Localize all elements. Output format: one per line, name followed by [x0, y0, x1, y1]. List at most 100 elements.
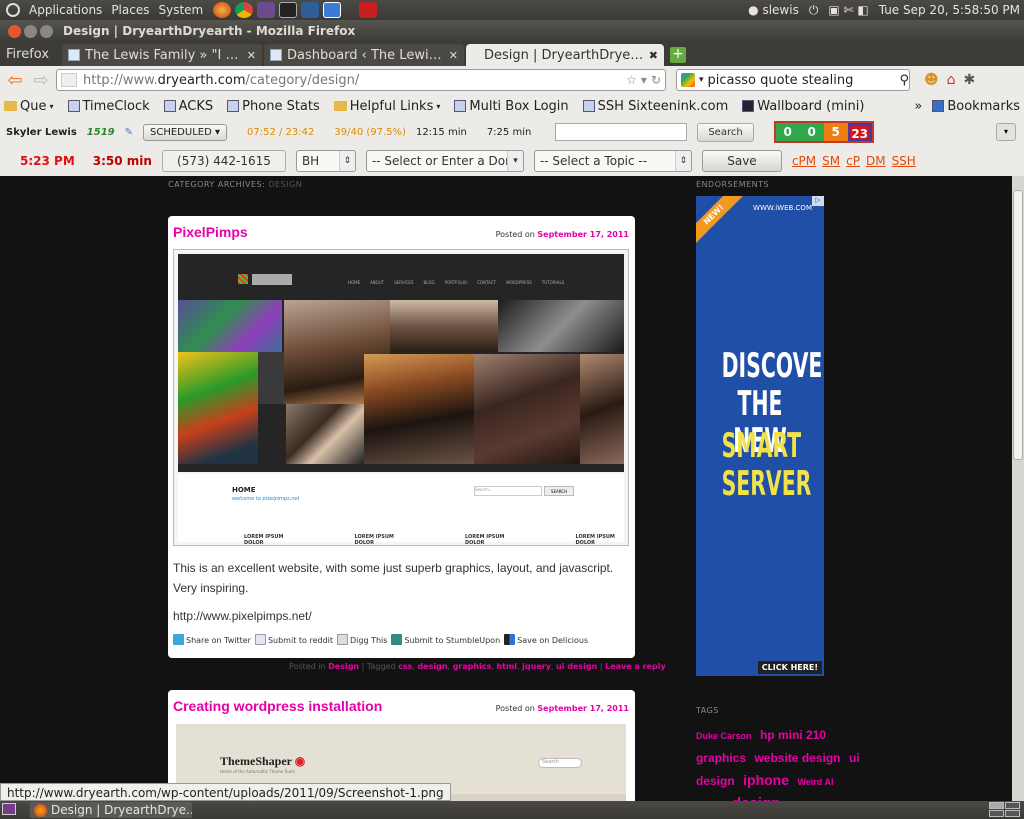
meta-category-link[interactable]: Design: [328, 662, 359, 671]
topic-select[interactable]: -- Select a Topic -- ⇕: [533, 150, 692, 172]
close-window-button[interactable]: [8, 24, 21, 38]
save-button[interactable]: Save: [701, 150, 782, 172]
magnifier-icon[interactable]: ⚲: [899, 73, 909, 88]
link-cp[interactable]: cP: [846, 154, 860, 168]
power-icon[interactable]: ⏻: [809, 3, 819, 18]
leave-reply-link[interactable]: Leave a reply: [605, 662, 666, 671]
ad-cta[interactable]: CLICK HERE!: [757, 661, 822, 674]
forward-arrow-icon[interactable]: ⇨: [30, 70, 52, 91]
site-identity-icon[interactable]: [61, 73, 77, 87]
search-bar[interactable]: ▾ picasso quote stealing ⚲: [676, 69, 910, 91]
places-menu[interactable]: Places: [111, 3, 149, 17]
chrome-launcher-icon[interactable]: [235, 2, 254, 18]
share-reddit[interactable]: Submit to reddit: [254, 634, 333, 645]
tab-lewis-family[interactable]: The Lewis Family » "I will ... ✕: [62, 44, 262, 66]
user-indicator[interactable]: ● slewis: [748, 3, 799, 17]
workspace-2[interactable]: [1005, 802, 1020, 809]
window-titlebar[interactable]: Design | DryearthDryearth - Mozilla Fire…: [0, 20, 1024, 42]
url-text[interactable]: http://www.dryearth.com/category/design/: [83, 73, 626, 88]
bookmark-que[interactable]: Que ▾: [4, 99, 54, 114]
bookmark-timeclock[interactable]: TimeClock: [67, 99, 150, 114]
link-dm[interactable]: DM: [866, 154, 886, 168]
back-arrow-icon[interactable]: ⇦: [4, 70, 26, 91]
bookmark-helpful-links[interactable]: Helpful Links ▾: [333, 99, 440, 114]
applications-menu[interactable]: Applications: [29, 3, 102, 17]
engine-dropdown-icon[interactable]: ▾: [699, 75, 704, 85]
clock[interactable]: Tue Sep 20, 5:58:50 PM: [879, 3, 1020, 17]
history-dropdown-icon[interactable]: ▾: [641, 73, 647, 87]
post-title[interactable]: Creating wordpress installation: [173, 698, 382, 714]
tab-close-icon[interactable]: ✕: [449, 49, 458, 62]
toolbar-overflow-dropdown[interactable]: ▾: [996, 123, 1016, 141]
phone-number-field[interactable]: (573) 442-1615: [161, 150, 286, 172]
maximize-window-button[interactable]: [40, 24, 53, 38]
greasemonkey-icon[interactable]: ☻: [924, 72, 939, 88]
search-query[interactable]: picasso quote stealing: [708, 73, 896, 88]
bookmark-ssh-sixteenink[interactable]: SSH Sixteenink.com: [582, 99, 728, 114]
tab-dashboard[interactable]: Dashboard ‹ The Lewis Fa... ✕: [264, 44, 464, 66]
bookmark-phone-stats[interactable]: Phone Stats: [227, 99, 320, 114]
meta-tag-link[interactable]: graphics: [453, 662, 492, 671]
meta-tag-link[interactable]: design: [417, 662, 447, 671]
bookmark-acks[interactable]: ACKS: [163, 99, 213, 114]
taskbar-firefox-window[interactable]: Design | DryearthDrye...: [30, 802, 192, 818]
system-menu[interactable]: System: [158, 3, 203, 17]
workspace-3[interactable]: [989, 810, 1004, 817]
adchoices-icon[interactable]: ▷: [812, 196, 824, 206]
tag-link[interactable]: hp mini 210: [760, 728, 826, 742]
advertisement-banner[interactable]: NEW! WWW.iWEB.COM ▷ DISCOVER THE NEW SMA…: [696, 196, 824, 676]
google-engine-icon[interactable]: [681, 73, 695, 87]
tab-close-icon[interactable]: ✖: [649, 49, 658, 62]
tag-link[interactable]: iphone: [743, 772, 789, 788]
link-cpm[interactable]: cPM: [792, 154, 816, 168]
tag-link[interactable]: website design: [754, 751, 840, 765]
show-desktop-icon[interactable]: [2, 803, 16, 815]
meta-tag-link[interactable]: css: [398, 662, 412, 671]
text-editor-launcher-icon[interactable]: [323, 2, 342, 18]
meta-tag-link[interactable]: jquery: [522, 662, 551, 671]
share-digg[interactable]: Digg This: [337, 634, 387, 645]
meta-tag-link[interactable]: ui design: [556, 662, 597, 671]
bookmark-wallboard-mini[interactable]: Wallboard (mini): [742, 99, 864, 114]
share-twitter[interactable]: Share on Twitter: [173, 634, 251, 645]
gimp-launcher-icon[interactable]: [301, 2, 320, 18]
tab-close-icon[interactable]: ✕: [247, 49, 256, 62]
workspace-1[interactable]: [989, 802, 1004, 809]
post-screenshot[interactable]: HOME ABOUT SERVICES BLOG PORTFOLIO CONTA…: [173, 249, 629, 546]
minimize-window-button[interactable]: [24, 24, 37, 38]
donor-select[interactable]: -- Select or Enter a Don ▾: [365, 150, 524, 172]
tab-design-active[interactable]: Design | DryearthDryearth ✖: [466, 44, 664, 66]
bookmarks-menu[interactable]: Bookmarks: [932, 99, 1020, 114]
meta-tag-link[interactable]: html: [496, 662, 517, 671]
bookmarks-overflow-chevron[interactable]: »: [914, 99, 922, 114]
bookmark-star-icon[interactable]: ☆: [626, 73, 637, 87]
share-stumbleupon[interactable]: Submit to StumbleUpon: [391, 634, 500, 645]
reload-icon[interactable]: ↻: [651, 73, 661, 87]
post-date[interactable]: September 17, 2011: [537, 704, 629, 713]
tag-link[interactable]: Weird Al: [797, 777, 833, 787]
tag-link[interactable]: graphics: [696, 751, 746, 765]
bh-select[interactable]: BH ⇕: [295, 150, 356, 172]
addon-icon[interactable]: ✱: [964, 72, 976, 88]
share-delicious[interactable]: Save on Delicious: [504, 634, 588, 645]
firefox-menu-button[interactable]: Firefox: [0, 44, 62, 66]
post-date[interactable]: September 17, 2011: [537, 230, 629, 239]
post-body-link[interactable]: http://www.pixelpimps.net/: [173, 606, 312, 626]
status-dropdown[interactable]: SCHEDULED ▾: [143, 123, 227, 141]
tag-link[interactable]: Duke Carson: [696, 731, 752, 741]
url-bar[interactable]: http://www.dryearth.com/category/design/…: [56, 69, 666, 91]
link-sm[interactable]: SM: [822, 154, 840, 168]
pidgin-launcher-icon[interactable]: [257, 2, 276, 18]
vertical-scrollbar[interactable]: [1012, 176, 1024, 801]
post-title[interactable]: PixelPimps: [173, 224, 248, 240]
link-ssh[interactable]: SSH: [892, 154, 916, 168]
pencil-icon[interactable]: ✎: [125, 127, 133, 138]
new-tab-button[interactable]: +: [670, 47, 686, 63]
bookmark-multi-box-login[interactable]: Multi Box Login: [454, 99, 569, 114]
workspace-switcher[interactable]: [989, 802, 1020, 817]
agent-search-button[interactable]: Search: [697, 122, 754, 142]
agent-search-input[interactable]: [555, 123, 688, 141]
scrollbar-thumb[interactable]: [1013, 190, 1023, 460]
terminal-launcher-icon[interactable]: [279, 2, 298, 18]
workspace-4[interactable]: [1005, 810, 1020, 817]
